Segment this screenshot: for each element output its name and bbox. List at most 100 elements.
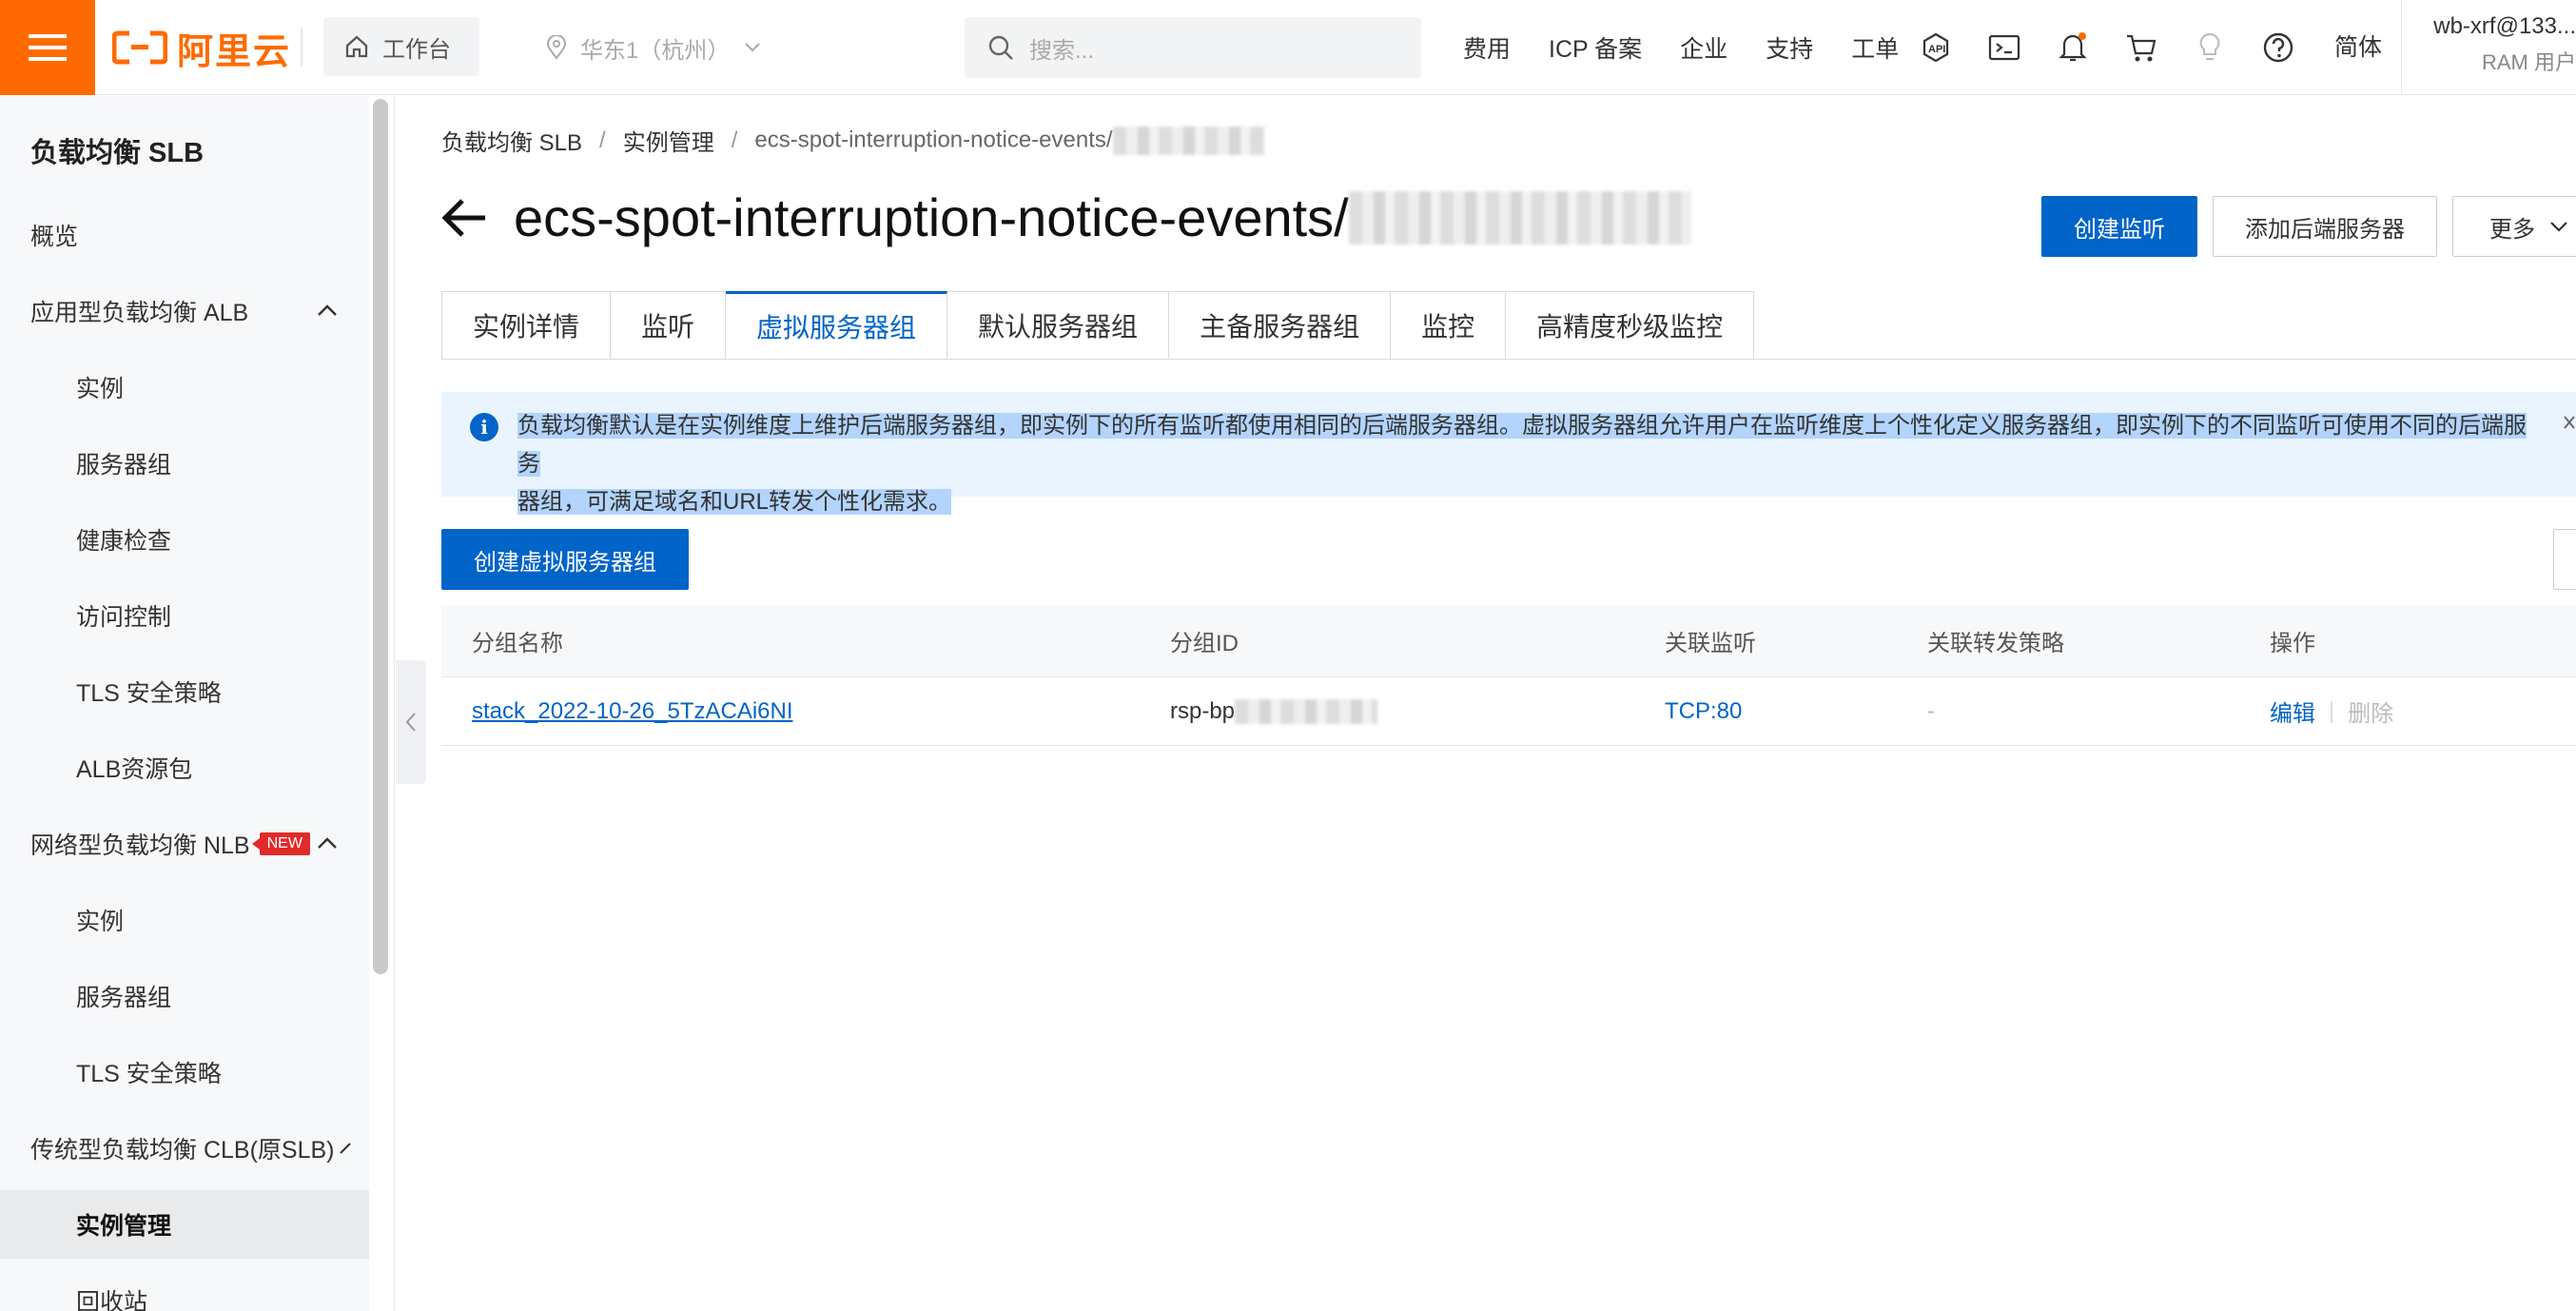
create-vserver-group-button[interactable]: 创建虚拟服务器组 [441,529,689,590]
table-header: 分组名称 分组ID 关联监听 关联转发策略 操作 [441,605,2576,677]
tab-default-server-group[interactable]: 默认服务器组 [947,291,1170,360]
help-icon[interactable] [2258,28,2298,68]
info-notice: i 负载均衡默认是在实例维度上维护后端服务器组，即实例下的所有监听都使用相同的后… [441,392,2576,515]
listener-link[interactable]: TCP:80 [1665,698,1742,725]
forwarding-rule-cell: - [1927,697,1935,724]
edit-link[interactable]: 编辑 [2270,695,2315,728]
sidebar-item-label: 传统型负载均衡 CLB(原SLB) [30,1137,335,1164]
menu-button[interactable] [0,0,95,95]
column-header-listener: 关联监听 [1665,631,1756,656]
tab-high-precision-monitoring[interactable]: 高精度秒级监控 [1506,291,1755,360]
breadcrumb-current-text: ecs-spot-interruption-notice-events/ [754,126,1113,152]
sidebar-item-instance-management[interactable]: 实例管理 [0,1190,369,1259]
user-menu[interactable]: wb-xrf@133... RAM 用户 [2422,13,2576,76]
nav-support[interactable]: 支持 [1766,30,1813,65]
sidebar-item-recycle-bin[interactable]: 回收站 [0,1266,369,1311]
tab-master-slave-groups[interactable]: 主备服务器组 [1169,291,1392,360]
sidebar-item-clb[interactable]: 传统型负载均衡 CLB(原SLB) [0,1114,369,1183]
group-name-link[interactable]: stack_2022-10-26_5TzACAi6NI [472,698,793,725]
page-title: ecs-spot-interruption-notice-events/ [514,186,1691,248]
tab-listeners[interactable]: 监听 [611,291,727,360]
sidebar-item-label: 回收站 [76,1289,148,1311]
top-icon-group: API [1916,19,2298,76]
sidebar-item-overview[interactable]: 概览 [0,201,369,269]
back-arrow-icon[interactable] [439,195,489,241]
nav-fees[interactable]: 费用 [1463,30,1511,65]
breadcrumb-slb[interactable]: 负载均衡 SLB [441,124,582,157]
search-placeholder: 搜索... [1029,37,1095,64]
breadcrumb-instance-management[interactable]: 实例管理 [623,124,714,157]
vserver-group-table: 分组名称 分组ID 关联监听 关联转发策略 操作 stack_2022-10-2… [441,605,2576,746]
sidebar-item-label: 应用型负载均衡 ALB [30,300,249,326]
tab-monitoring[interactable]: 监控 [1391,291,1507,360]
sidebar-item-alb-package[interactable]: ALB资源包 [0,734,369,802]
sidebar-item-access-control[interactable]: 访问控制 [0,581,369,650]
bell-icon[interactable] [2053,28,2093,68]
top-nav: 费用 ICP 备案 企业 支持 工单 [1463,19,1937,76]
breadcrumb-current: ecs-spot-interruption-notice-events/ [754,126,1265,155]
sidebar-border [394,96,395,1311]
hamburger-icon [29,34,67,61]
sidebar-item-tls-policy[interactable]: TLS 安全策略 [0,657,369,726]
language-switch[interactable]: 简体 [2334,29,2382,63]
sidebar-item-label: 网络型负载均衡 NLB [30,832,250,859]
sidebar-item-label: 服务器组 [76,452,172,479]
sidebar-item-alb-instances[interactable]: 实例 [0,353,369,421]
workbench-button[interactable]: 工作台 [323,17,479,76]
group-id-text: rsp-bp [1170,697,1236,724]
nav-enterprise[interactable]: 企业 [1680,30,1727,65]
redacted-block [1235,698,1378,724]
tab-instance-details[interactable]: 实例详情 [441,291,612,360]
group-name-cell: stack_2022-10-26_5TzACAi6NI [472,677,793,745]
notice-line-1: 负载均衡默认是在实例维度上维护后端服务器组，即实例下的所有监听都使用相同的后端服… [517,413,2527,477]
breadcrumb: 负载均衡 SLB / 实例管理 / ecs-spot-interruption-… [441,124,1265,157]
search-input[interactable]: 搜索... [965,17,1421,78]
sidebar-item-alb[interactable]: 应用型负载均衡 ALB [0,277,369,345]
home-icon [345,35,368,58]
aliyun-logo[interactable]: 阿里云 [112,25,291,72]
redacted-block [1112,126,1265,155]
top-bar: 阿里云 工作台 华东1（杭州） 搜索... 费用 ICP 备案 企业 支持 工单… [0,0,2576,95]
more-dropdown-button[interactable]: 更多 [2452,196,2576,257]
sidebar-scrollbar[interactable] [373,99,388,974]
bulb-icon[interactable] [2190,28,2230,68]
sidebar-item-label: 实例 [76,909,125,935]
cart-icon[interactable] [2121,28,2161,68]
create-listener-button[interactable]: 创建监听 [2041,196,2197,257]
sidebar-item-health-check[interactable]: 健康检查 [0,505,369,574]
logo-divider [301,29,302,67]
logo-text: 阿里云 [177,31,292,72]
page-header: ecs-spot-interruption-notice-events/ [439,186,1691,248]
column-header-forwarding-rule: 关联转发策略 [1927,631,2064,656]
user-name: wb-xrf@133... [2433,13,2576,39]
region-selector[interactable]: 华东1（杭州） [546,19,762,76]
sidebar-item-label: ALB资源包 [76,756,193,783]
sidebar-item-nlb[interactable]: 网络型负载均衡 NLB NEW [0,810,369,878]
sidebar-item-label: TLS 安全策略 [76,680,222,707]
sidebar-item-alb-server-groups[interactable]: 服务器组 [0,429,369,498]
chevron-left-icon [405,713,416,732]
close-icon[interactable] [2563,411,2576,434]
terminal-icon[interactable] [1984,28,2024,68]
refresh-button[interactable] [2553,529,2576,590]
notice-line-2: 器组，可满足域名和URL转发个性化需求。 [517,489,952,515]
sidebar-collapse-button[interactable] [396,660,426,784]
column-header-actions: 操作 [2270,631,2315,656]
external-link-icon [340,1143,352,1154]
aliyun-logo-icon [112,30,167,65]
tab-vserver-groups[interactable]: 虚拟服务器组 [726,291,948,360]
sidebar-item-label: TLS 安全策略 [76,1061,222,1087]
api-icon[interactable]: API [1916,28,1956,68]
sidebar-item-nlb-tls-policy[interactable]: TLS 安全策略 [0,1038,369,1106]
workbench-label: 工作台 [382,36,451,63]
delete-link[interactable]: 删除 [2348,695,2393,728]
nav-tickets[interactable]: 工单 [1851,30,1899,65]
chevron-down-icon [2550,222,2567,232]
location-icon [546,35,567,60]
add-backend-server-button[interactable]: 添加后端服务器 [2213,196,2437,257]
tab-bar: 实例详情 监听 虚拟服务器组 默认服务器组 主备服务器组 监控 高精度秒级监控 [441,291,1755,360]
sidebar-item-nlb-instances[interactable]: 实例 [0,886,369,954]
page-title-text: ecs-spot-interruption-notice-events/ [514,187,1349,247]
sidebar-item-nlb-server-groups[interactable]: 服务器组 [0,962,369,1030]
nav-icp[interactable]: ICP 备案 [1549,30,1642,65]
